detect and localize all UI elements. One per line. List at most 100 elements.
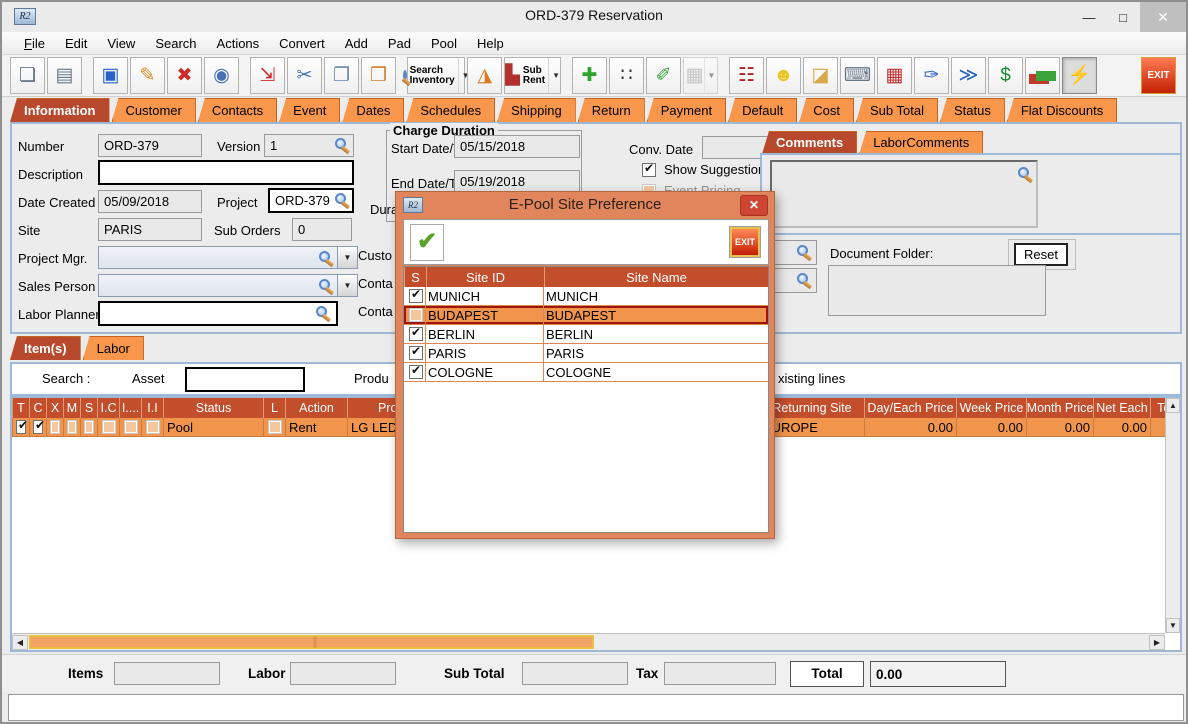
sub-rent-dropdown-icon[interactable]: ▼ [548,58,560,93]
sales-person-lookup-icon[interactable] [319,279,330,290]
tab-event[interactable]: Event [279,98,340,122]
project-lookup-icon[interactable] [335,193,346,204]
date-created-field[interactable] [98,190,202,213]
description-field[interactable] [98,160,354,185]
lightning-button[interactable]: ⚡ [1062,57,1097,94]
menu-item-pool[interactable]: Pool [421,34,467,53]
menu-item-help[interactable]: Help [467,34,514,53]
item-checkbox[interactable] [50,420,60,434]
customer-lookup-icon[interactable] [797,245,808,256]
folder-clock-button[interactable]: ◪ [803,57,838,94]
sales-person-combo[interactable]: ▼ [98,274,358,297]
site-select-checkbox[interactable] [409,346,423,360]
sales-person-dropdown-icon[interactable]: ▼ [337,275,357,296]
shapes-3d-button[interactable]: ◮ [467,57,502,94]
items-total-field[interactable] [114,662,220,685]
total-value-field[interactable] [870,661,1006,687]
dialog-title-bar[interactable]: R2 E-Pool Site Preference ✕ [396,192,774,218]
site-select-checkbox[interactable] [409,308,423,322]
horizontal-scroll-thumb[interactable] [29,635,594,649]
reset-button[interactable]: Reset [1014,243,1068,266]
cut-button[interactable]: ✂ [287,57,322,94]
scroll-right-icon[interactable]: ▶ [1149,635,1165,650]
start-date-field[interactable] [454,135,580,158]
labor-total-field[interactable] [290,662,396,685]
menu-item-view[interactable]: View [97,34,145,53]
exit-button[interactable]: EXIT [1141,57,1176,94]
rubik-cube-button[interactable]: ▦ [877,57,912,94]
version-lookup-icon[interactable] [335,138,346,149]
menu-item-pad[interactable]: Pad [378,34,421,53]
menu-item-actions[interactable]: Actions [207,34,270,53]
menu-item-edit[interactable]: Edit [55,34,97,53]
item-checkbox[interactable] [84,420,94,434]
tab-item-s[interactable]: Item(s) [10,336,81,360]
dialog-exit-button[interactable]: EXIT [730,227,760,257]
comments-textarea[interactable] [770,160,1038,228]
comments-lookup-icon[interactable] [1018,167,1029,178]
site-field[interactable] [98,218,202,241]
keyboard-key-button[interactable]: ⌨ [840,57,875,94]
site-row[interactable]: BERLINBERLIN [404,325,768,344]
end-date-field[interactable] [454,170,580,193]
tab-dates[interactable]: Dates [342,98,404,122]
close-button[interactable]: ✕ [1140,2,1186,32]
menu-item-search[interactable]: Search [145,34,206,53]
labor-planner-lookup-icon[interactable] [316,306,327,317]
tab-cost[interactable]: Cost [799,98,854,122]
calendar-button[interactable]: ▦▼ [683,57,718,94]
scroll-up-icon[interactable]: ▲ [1166,398,1180,413]
menu-item-add[interactable]: Add [335,34,378,53]
dialog-close-icon[interactable]: ✕ [740,195,768,216]
search-inventory-button[interactable]: Search Inventory▼ [407,57,465,94]
tab-labor[interactable]: Labor [83,336,144,360]
item-l-checkbox[interactable] [268,420,282,434]
site-row[interactable]: BUDAPESTBUDAPEST [404,306,768,325]
tab-return[interactable]: Return [578,98,645,122]
pool-balls-button[interactable]: ∷ [609,57,644,94]
add-item-button[interactable]: ✚ [572,57,607,94]
transfer-document-button[interactable]: ⇲ [250,57,285,94]
sub-rent-button[interactable]: ▙Sub Rent▼ [504,57,561,94]
item-checkbox[interactable] [67,420,77,434]
scroll-down-icon[interactable]: ▼ [1166,618,1180,633]
tab-laborcomments[interactable]: LaborComments [859,131,983,154]
menu-item-file[interactable]: File [14,34,55,53]
tab-contacts[interactable]: Contacts [198,98,277,122]
sub-total-field[interactable] [522,662,628,685]
item-checkbox[interactable] [102,420,116,434]
print-button[interactable]: ▤ [47,57,82,94]
labor-planner-field[interactable] [98,301,338,326]
find-binoculars-button[interactable]: ◉ [204,57,239,94]
site-select-checkbox[interactable] [409,289,423,303]
show-suggestions-checkbox[interactable] [642,163,656,177]
site-row[interactable]: MUNICHMUNICH [404,287,768,306]
copy-button[interactable]: ❐ [324,57,359,94]
notes-button[interactable]: ✐ [646,57,681,94]
tab-schedules[interactable]: Schedules [406,98,495,122]
tax-field[interactable] [664,662,776,685]
item-checkbox[interactable] [33,420,43,434]
tab-information[interactable]: Information [10,98,110,122]
confirm-button[interactable]: ✔ [410,224,444,261]
calendar-dropdown-icon[interactable]: ▼ [704,58,716,93]
tab-shipping[interactable]: Shipping [497,98,576,122]
items-horizontal-scrollbar[interactable]: ◀ ▶ [12,633,1165,650]
edit-pencil-button[interactable]: ✎ [130,57,165,94]
project-mgr-combo[interactable]: ▼ [98,246,358,269]
delete-button[interactable]: ✖ [167,57,202,94]
tab-sub-total[interactable]: Sub Total [856,98,938,122]
project-mgr-lookup-icon[interactable] [319,251,330,262]
tab-customer[interactable]: Customer [112,98,196,122]
dollar-forward-button[interactable]: ≫ [951,57,986,94]
dollar-notes-button[interactable]: $ [988,57,1023,94]
minimize-button[interactable]: — [1072,2,1106,32]
tab-comments[interactable]: Comments [762,131,857,154]
site-row[interactable]: COLOGNECOLOGNE [404,363,768,382]
paste-button[interactable]: ❒ [361,57,396,94]
tab-default[interactable]: Default [728,98,797,122]
smiley-button[interactable]: ☻ [766,57,801,94]
sub-orders-field[interactable] [292,218,352,241]
org-chart-button[interactable]: ☷ [729,57,764,94]
delivery-truck-button[interactable] [1025,57,1060,94]
